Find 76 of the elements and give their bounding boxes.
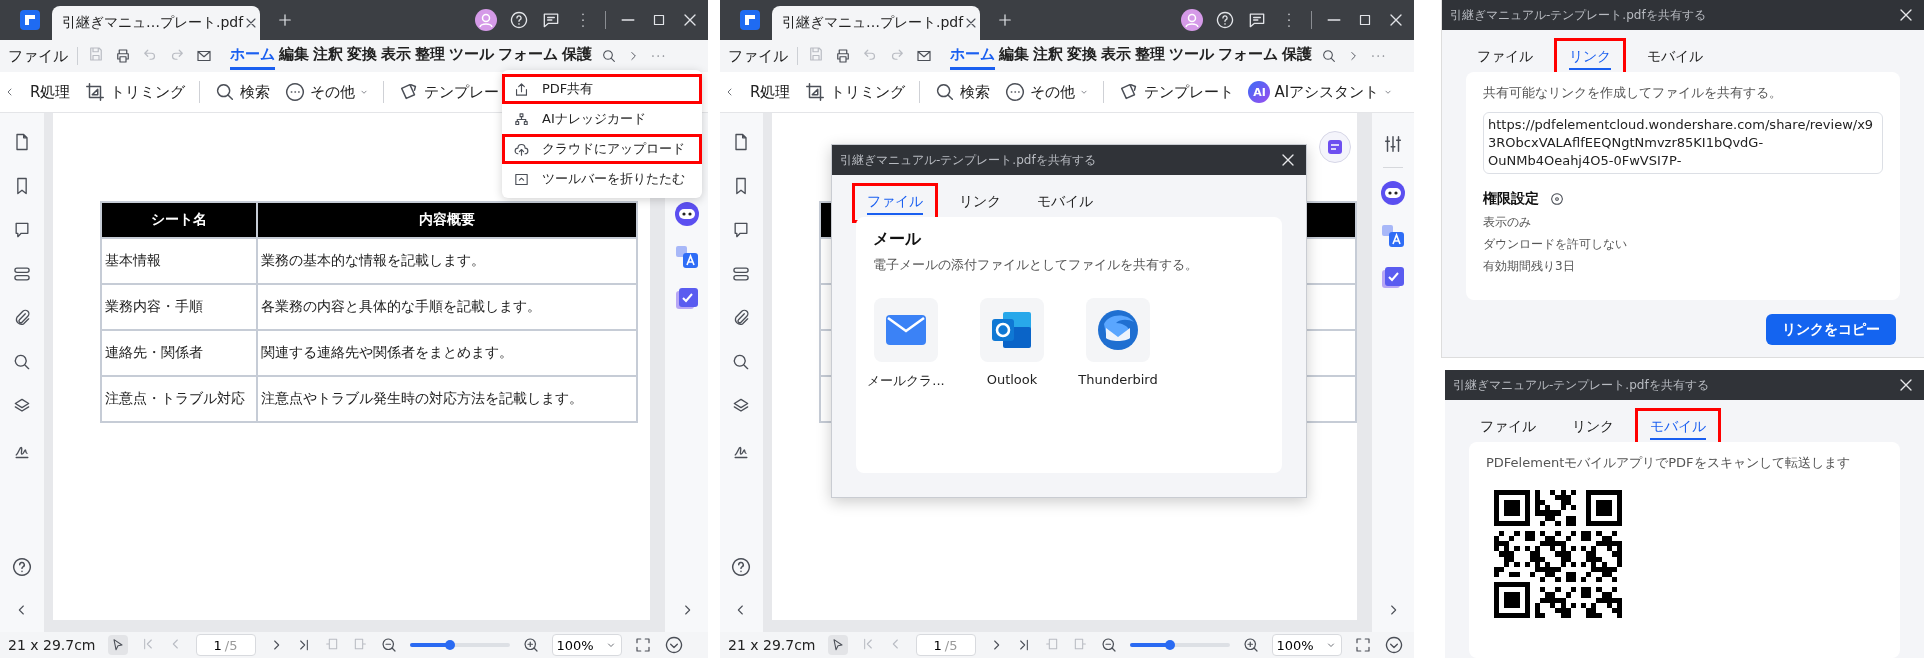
ribbon-tab[interactable]: 編集 — [279, 42, 309, 70]
toolbar-button[interactable]: R処理 — [30, 82, 71, 102]
app-label: メールクラ... — [867, 372, 945, 390]
ribbon-tab[interactable]: 整理 — [415, 42, 445, 70]
table-cell: 関連する連絡先や関係者をまとめます。 — [257, 330, 637, 376]
table-cell: 業務の基本的な情報を記載します。 — [257, 238, 637, 284]
ai-badge: AI — [1248, 81, 1271, 103]
page-size-text: 21 x 29.7cm — [8, 637, 96, 653]
ribbon-tab[interactable]: ツール — [449, 42, 494, 70]
menu-item[interactable]: AIナレッジカード — [502, 104, 702, 134]
ribbon-tab[interactable]: 保護 — [562, 42, 592, 70]
toolbar-button[interactable]: トリミング — [84, 81, 186, 103]
section-heading: 権限設定 — [1483, 190, 1539, 208]
column-header: 内容概要 — [257, 202, 637, 238]
toolbar-button[interactable]: AI AIアシスタント — [1248, 81, 1394, 103]
page-field[interactable]: 1 /5 — [195, 634, 256, 656]
permission-text: ダウンロードを許可しない — [1483, 236, 1628, 252]
dialog-title: 引継ぎマニュアル-テンプレート.pdfを共有する — [1453, 376, 1709, 394]
url-field[interactable]: https://pdfelementcloud.wondershare.com/share/review/x93RObcxVALAflfEEQNgtNmvzr85KI1bQvdG-OuNMb4Oeahj4O5-0FwVSI7P- — [1483, 112, 1883, 174]
toolbar-button[interactable]: その他 — [1004, 81, 1090, 103]
toolbar-button[interactable]: テンプレー — [398, 81, 500, 103]
toolbar-button[interactable]: その他 — [284, 81, 370, 103]
page-field[interactable]: 1 /5 — [915, 634, 976, 656]
menu-item[interactable]: ツールバーを折りたたむ — [502, 164, 702, 194]
zoom-dropdown[interactable]: 100% — [551, 634, 622, 656]
ribbon-tab[interactable]: 変換 — [347, 42, 377, 70]
dialog-title: 引継ぎマニュアル-テンプレート.pdfを共有する — [840, 151, 1096, 169]
dialog-tab[interactable]: ファイル — [1462, 38, 1548, 78]
file-menu[interactable]: ファイル — [8, 46, 68, 66]
menu-item[interactable]: クラウドにアップロード — [502, 134, 702, 164]
page-size-text: 21 x 29.7cm — [728, 637, 816, 653]
ribbon-tab[interactable]: ホーム — [230, 42, 275, 70]
document-tab-title: 引継ぎマニュ…プレート.pdf — [782, 14, 964, 32]
ribbon-tab[interactable]: 表示 — [381, 42, 411, 70]
toolbar-button[interactable]: トリミング — [804, 81, 906, 103]
document-tab-title: 引継ぎマニュ…プレート.pdf — [62, 14, 244, 32]
ribbon-tab[interactable]: 注釈 — [1033, 42, 1063, 70]
ribbon-tab[interactable]: フォーム — [498, 42, 558, 70]
description-text: PDFelementモバイルアプリでPDFをスキャンして転送します — [1486, 454, 1851, 472]
dialog-tab[interactable]: ファイル — [1465, 408, 1551, 448]
app-label: Outlook — [986, 372, 1038, 387]
table-cell: 注意点やトラブル発生時の対応方法を記載します。 — [257, 376, 637, 422]
dialog-tab[interactable]: モバイル — [1632, 38, 1718, 78]
menu-item[interactable]: PDF共有 — [502, 74, 702, 104]
file-menu[interactable]: ファイル — [728, 46, 788, 66]
app-label: Thunderbird — [1078, 372, 1158, 387]
ribbon-tab[interactable]: フォーム — [1218, 42, 1278, 70]
table-cell: 各業務の内容と具体的な手順を記載します。 — [257, 284, 637, 330]
document-tab[interactable]: 引継ぎマニュ…プレート.pdf — [52, 6, 260, 40]
ribbon-tab[interactable]: 編集 — [999, 42, 1029, 70]
table-cell: 注意点・トラブル対応 — [101, 376, 257, 422]
dialog-title: 引継ぎマニュアル-テンプレート.pdfを共有する — [1450, 6, 1706, 24]
toolbar-button[interactable]: 検索 — [934, 81, 991, 103]
dialog-tab[interactable]: リンク — [1557, 408, 1629, 448]
toolbar-button[interactable]: テンプレート — [1118, 81, 1235, 103]
copy-link-button[interactable]: リンクをコピー — [1766, 314, 1896, 345]
ribbon-tab[interactable]: 整理 — [1135, 42, 1165, 70]
ribbon-tab[interactable]: 保護 — [1282, 42, 1312, 70]
permission-text: 有効期間残り3日 — [1483, 258, 1576, 274]
table-cell: 連絡先・関係者 — [101, 330, 257, 376]
ribbon-tab[interactable]: 注釈 — [313, 42, 343, 70]
toolbar-button[interactable]: 検索 — [214, 81, 271, 103]
ribbon-tab[interactable]: ツール — [1169, 42, 1214, 70]
ribbon-tab[interactable]: 表示 — [1101, 42, 1131, 70]
description-text: 共有可能なリンクを作成してファイルを共有する。 — [1483, 84, 1783, 102]
description-text: 電子メールの添付ファイルとしてファイルを共有する。 — [873, 256, 1199, 274]
document-tab[interactable]: 引継ぎマニュ…プレート.pdf — [772, 6, 980, 40]
ribbon-tab[interactable]: ホーム — [950, 42, 995, 70]
table-cell: 業務内容・手順 — [101, 284, 257, 330]
permission-text: 表示のみ — [1483, 214, 1532, 230]
toolbar-button[interactable]: R処理 — [750, 82, 791, 102]
ribbon-tab[interactable]: 変換 — [1067, 42, 1097, 70]
zoom-dropdown[interactable]: 100% — [1271, 634, 1342, 656]
column-header: シート名 — [101, 202, 257, 238]
section-heading: メール — [873, 229, 922, 250]
table-cell: 基本情報 — [101, 238, 257, 284]
